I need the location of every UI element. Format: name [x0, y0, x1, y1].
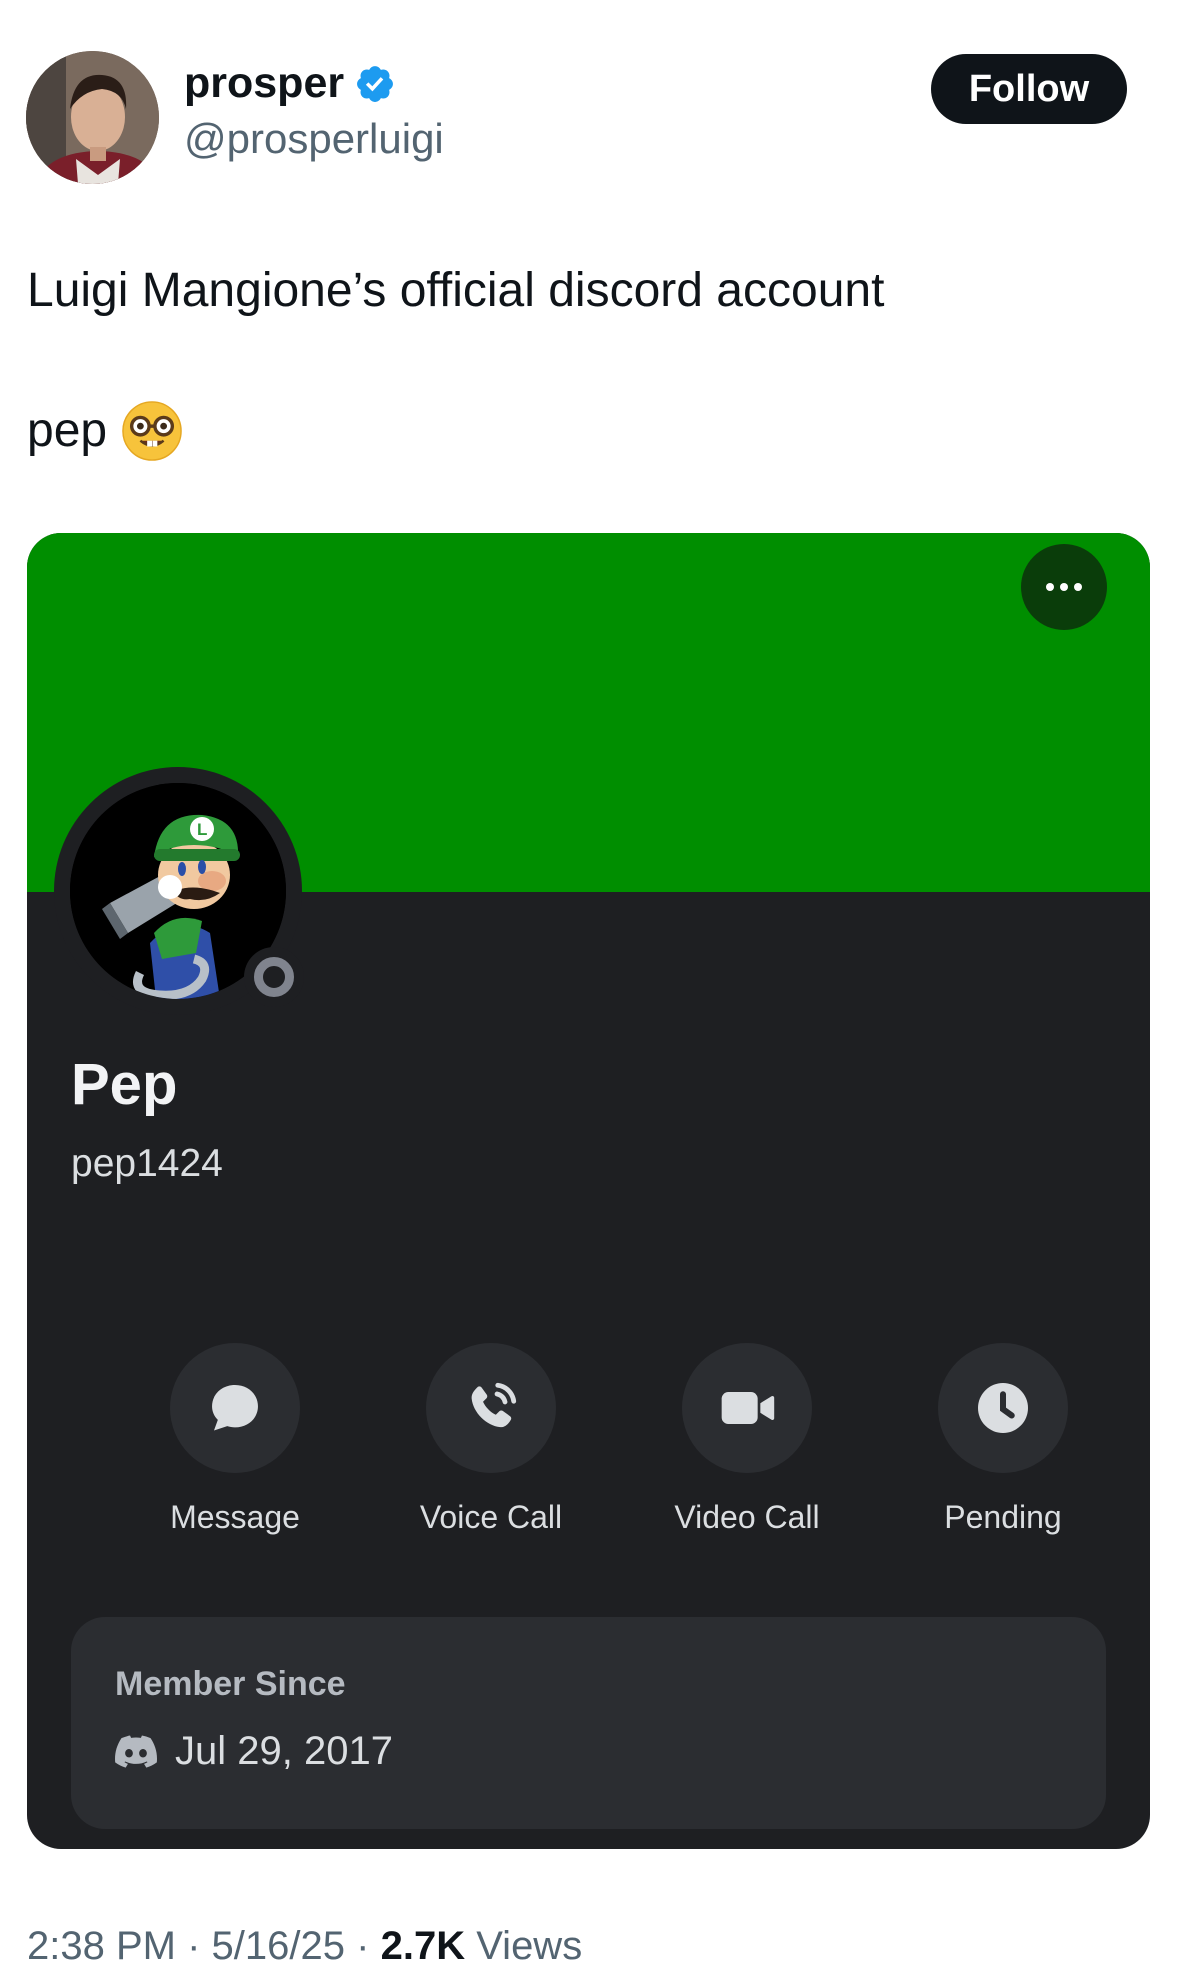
tweet-page: prosper @prosperluigi Follow Luigi Mangi… — [0, 0, 1179, 1988]
chat-bubble-icon — [212, 1385, 258, 1431]
author-name[interactable]: prosper — [184, 62, 396, 105]
tweet-text-word: pep — [27, 404, 108, 458]
pending-button[interactable] — [938, 1343, 1068, 1473]
tweet-date[interactable]: 5/16/25 — [212, 1924, 345, 1968]
author-avatar[interactable] — [26, 51, 159, 184]
author-photo — [26, 51, 159, 184]
views-label: Views — [476, 1924, 583, 1968]
clock-icon — [978, 1383, 1028, 1433]
pending-label: Pending — [944, 1499, 1062, 1535]
more-dot-icon — [1074, 583, 1082, 591]
pending-action[interactable]: Pending — [873, 1343, 1133, 1536]
tweet-meta: 2:38 PM · 5/16/25 · 2.7K Views — [27, 1924, 582, 1968]
phone-call-icon — [471, 1382, 517, 1428]
member-since-date: Jul 29, 2017 — [175, 1729, 393, 1773]
member-since-title: Member Since — [115, 1665, 346, 1703]
tweet-text-line: Luigi Mangione’s official discord accoun… — [27, 264, 885, 317]
member-since-row: Jul 29, 2017 — [115, 1729, 393, 1774]
nerd-face-emoji-icon — [122, 401, 182, 461]
video-call-button[interactable] — [682, 1343, 812, 1473]
message-button[interactable] — [170, 1343, 300, 1473]
profile-actions: Message Voice Call Video Call Pending — [27, 1343, 1150, 1535]
verified-badge-icon — [357, 65, 394, 102]
voice-call-button[interactable] — [426, 1343, 556, 1473]
discord-logo-icon — [115, 1735, 157, 1768]
video-call-label: Video Call — [674, 1499, 820, 1535]
more-dot-icon — [1046, 583, 1054, 591]
tweet-text-line-2: pep — [27, 400, 183, 462]
more-options-button[interactable] — [1021, 544, 1107, 630]
message-label: Message — [170, 1499, 300, 1535]
svg-text:L: L — [197, 820, 207, 839]
follow-button[interactable]: Follow — [931, 54, 1127, 124]
offline-status-icon — [254, 957, 294, 997]
profile-avatar-frame: L — [54, 767, 304, 1015]
member-since-panel: Member Since Jul 29, 2017 — [71, 1617, 1106, 1829]
views-count[interactable]: 2.7K — [381, 1924, 466, 1968]
discord-profile-card[interactable]: L Pep pep1424 Message Voice Call Video C… — [27, 533, 1150, 1849]
profile-display-name: Pep — [71, 1052, 178, 1117]
profile-username: pep1424 — [71, 1142, 223, 1185]
voice-call-label: Voice Call — [419, 1499, 563, 1535]
author-handle[interactable]: @prosperluigi — [184, 118, 444, 160]
status-indicator — [244, 947, 304, 1007]
more-dot-icon — [1060, 583, 1068, 591]
tweet-time[interactable]: 2:38 PM — [27, 1924, 176, 1968]
video-call-action[interactable]: Video Call — [617, 1343, 877, 1536]
video-camera-icon — [721, 1392, 775, 1424]
voice-call-action[interactable]: Voice Call — [361, 1343, 621, 1536]
meta-separator: · — [356, 1924, 370, 1968]
author-display-name: prosper — [184, 59, 345, 107]
message-action[interactable]: Message — [105, 1343, 365, 1536]
meta-separator: · — [187, 1924, 201, 1968]
